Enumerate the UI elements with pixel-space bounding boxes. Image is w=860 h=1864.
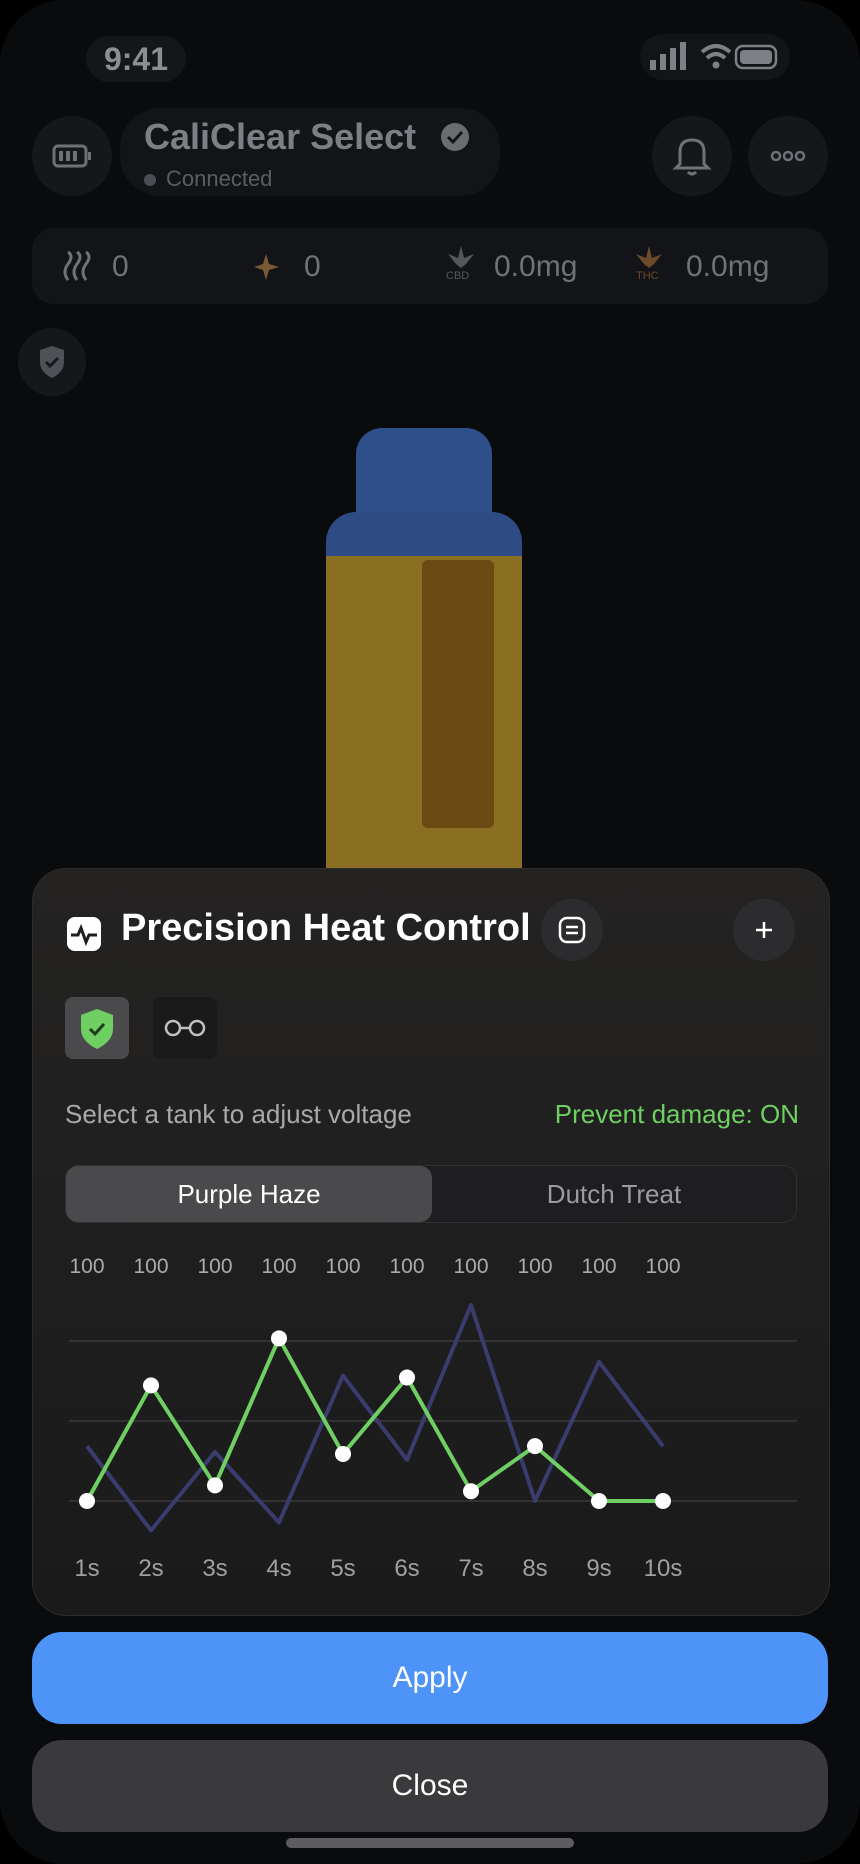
voltage-value-label: 100 [197,1255,233,1278]
prevent-damage-status: Prevent damage: ON [554,1099,799,1129]
shield-status-button[interactable] [18,328,86,396]
curve-point-handle[interactable] [463,1483,479,1500]
cbd-icon-label: CBD [446,270,470,282]
apply-button[interactable]: Apply [32,1632,828,1724]
notifications-button[interactable] [652,116,732,196]
voltage-value-label: 100 [389,1255,425,1278]
voltage-value-label: 100 [517,1255,553,1278]
time-tick-label: 2s [138,1555,164,1582]
tab-dutch-treat[interactable]: Dutch Treat [432,1166,796,1222]
time-tick-label: 7s [458,1555,484,1582]
curve-point-handle[interactable] [143,1377,159,1394]
curve-point-handle[interactable] [271,1330,287,1347]
voltage-value-label: 100 [645,1255,681,1278]
sheet-title: Precision Heat Control [121,907,531,949]
home-indicator [286,1838,574,1848]
phone-screen: 9:41 CaliClear Select Connected 0 0 CBD … [0,0,860,1864]
time-tick-label: 5s [330,1555,356,1582]
status-dot [144,174,156,187]
device-name: CaliClear Select [144,116,417,157]
link-mode-toggle[interactable] [153,997,217,1059]
time-tick-label: 10s [643,1555,683,1582]
add-button[interactable] [733,899,795,961]
shield-check-icon [81,1009,113,1049]
voltage-value-label: 100 [453,1255,489,1278]
vape-device-image [326,428,522,916]
heart-rate-icon [67,917,101,951]
connection-label: Connected [166,166,273,191]
status-bar: 9:41 [0,26,860,82]
tank-selector: Purple Haze Dutch Treat [65,1165,797,1223]
curve-point-handle[interactable] [399,1369,415,1386]
voltage-value-row: 100 100 100 100 100 100 100 100 100 100 [49,1255,817,1285]
close-button[interactable]: Close [32,1740,828,1832]
tab-purple-haze[interactable]: Purple Haze [66,1166,432,1222]
sparkle-count: 0 [304,250,321,283]
plus-icon [756,922,772,938]
signal-wifi-battery-icon [650,42,778,70]
steam-icon [63,250,91,281]
cbd-amount: 0.0mg [494,250,578,283]
heat-control-sheet: Precision Heat Control Select a tank to … [32,868,830,1616]
voltage-value-label: 100 [325,1255,361,1278]
time-tick-label: 9s [586,1555,612,1582]
curve-point-handle[interactable] [79,1493,95,1509]
heat-curve-chart[interactable] [49,1287,817,1547]
curve-point-handle[interactable] [591,1493,607,1509]
voltage-value-label: 100 [261,1255,297,1278]
prevent-damage-toggle[interactable] [65,997,129,1059]
battery-icon [52,144,91,168]
time-axis: 1s 2s 3s 4s 5s 6s 7s 8s 9s 10s [49,1555,817,1585]
bell-icon [672,138,712,176]
voltage-value-label: 100 [69,1255,105,1278]
list-icon [558,916,586,944]
connection-status: Connected [144,166,272,192]
device-tank-window [422,560,494,828]
curve-point-handle[interactable] [207,1477,223,1494]
curve-point-handle[interactable] [335,1445,351,1462]
time-tick-label: 6s [394,1555,420,1582]
voltage-value-label: 100 [133,1255,169,1278]
shield-check-icon [40,346,64,378]
status-icons [640,34,790,80]
time-tick-label: 1s [74,1555,100,1582]
steam-count: 0 [112,250,129,283]
status-time: 9:41 [86,36,186,82]
time-tick-label: 4s [266,1555,292,1582]
curve-point-handle[interactable] [527,1438,543,1455]
time-tick-label: 8s [522,1555,548,1582]
more-dots-icon [770,150,806,162]
verified-badge-icon [441,123,469,151]
curve-point-handle[interactable] [655,1493,671,1509]
usage-stats-bar: 0 0 CBD 0.0mg THC 0.0mg [32,228,828,304]
presets-button[interactable] [541,899,603,961]
time-tick-label: 3s [202,1555,228,1582]
voltage-value-label: 100 [581,1255,617,1278]
battery-button[interactable] [32,116,112,196]
tank-hint: Select a tank to adjust voltage [65,1099,412,1129]
sparkle-icon [254,254,279,280]
thc-amount: 0.0mg [686,250,770,283]
link-icon [164,1019,206,1037]
thc-icon-label: THC [636,270,659,282]
more-button[interactable] [748,116,828,196]
